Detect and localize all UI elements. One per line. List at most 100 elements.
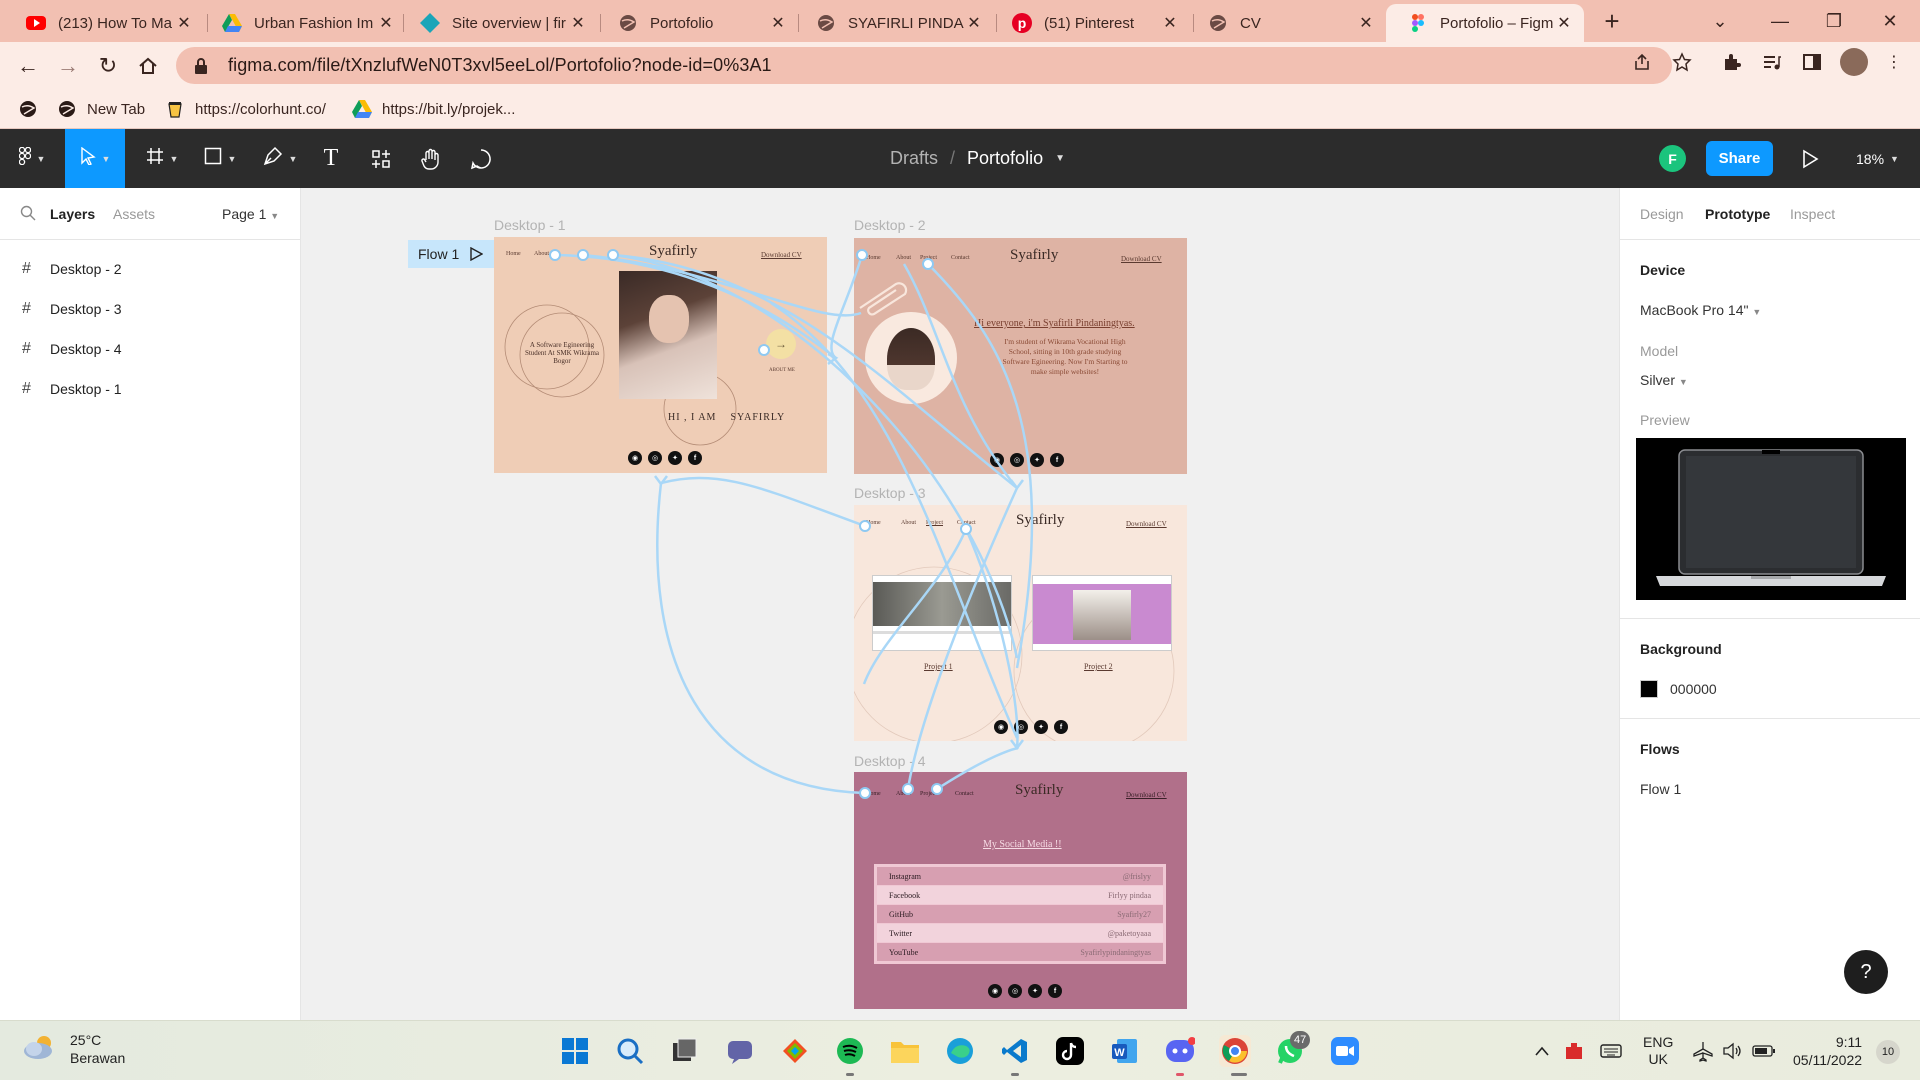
close-tab-icon[interactable]: ✕ — [768, 13, 788, 33]
back-arrow-icon[interactable]: ← — [12, 50, 44, 82]
design-canvas[interactable]: Desktop - 1 Flow 1 Home About Syafirly D… — [301, 188, 1619, 1020]
tab-inspect[interactable]: Inspect — [1790, 206, 1835, 222]
pen-tool[interactable]: ▼ — [258, 129, 302, 188]
minimize-button[interactable]: — — [1760, 6, 1800, 36]
chrome-menu-icon[interactable]: ⋮ — [1882, 50, 1906, 74]
frame-label-desktop-1[interactable]: Desktop - 1 — [494, 217, 566, 233]
breadcrumb-drafts[interactable]: Drafts — [890, 148, 938, 169]
layer-item[interactable]: # Desktop - 2 — [0, 249, 300, 289]
media-queue-icon[interactable] — [1760, 50, 1784, 74]
tab-site-overview[interactable]: Site overview | fir ✕ — [398, 4, 598, 42]
frame-desktop-4[interactable]: Home About Project Contact Syafirly Down… — [854, 772, 1187, 1009]
hand-tool-icon[interactable] — [416, 129, 446, 188]
resources-icon[interactable] — [366, 129, 396, 188]
teams-chat-icon[interactable] — [724, 1035, 756, 1067]
tab-cv[interactable]: CV ✕ — [1186, 4, 1386, 42]
model-select[interactable]: Silver ▼ — [1640, 372, 1688, 388]
bookmark-star-icon[interactable] — [1670, 50, 1694, 74]
tab-assets[interactable]: Assets — [113, 206, 155, 222]
volume-icon[interactable] — [1722, 1021, 1744, 1080]
tab-design[interactable]: Design — [1640, 206, 1684, 222]
zoom-app-icon[interactable] — [1329, 1035, 1361, 1067]
search-icon[interactable] — [20, 205, 36, 221]
profile-avatar[interactable] — [1840, 48, 1868, 76]
share-button[interactable]: Share — [1706, 141, 1773, 176]
tab-youtube[interactable]: (213) How To Ma ✕ — [4, 4, 204, 42]
close-tab-icon[interactable]: ✕ — [1356, 13, 1376, 33]
file-breadcrumb[interactable]: Drafts / Portofolio ▼ — [890, 129, 1065, 188]
shape-tool[interactable]: ▼ — [198, 129, 242, 188]
show-hidden-icons-chevron[interactable] — [1534, 1021, 1550, 1080]
zoom-dropdown[interactable]: 18% ▼ — [1856, 129, 1899, 188]
restore-button[interactable]: ❐ — [1814, 6, 1854, 36]
edge-browser-icon[interactable] — [944, 1035, 976, 1067]
clock[interactable]: 9:11 05/11/2022 — [1793, 1021, 1862, 1080]
close-tab-icon[interactable]: ✕ — [1160, 13, 1180, 33]
word-icon[interactable]: W — [1109, 1035, 1141, 1067]
background-hex-input[interactable]: 000000 — [1670, 681, 1717, 697]
tiktok-icon[interactable] — [1054, 1035, 1086, 1067]
battery-icon[interactable] — [1752, 1021, 1776, 1080]
airplane-mode-icon[interactable] — [1692, 1021, 1714, 1080]
frame-label-desktop-3[interactable]: Desktop - 3 — [854, 485, 926, 501]
bookmark-bitly[interactable]: https://bit.ly/projek... — [352, 97, 515, 121]
close-tab-icon[interactable]: ✕ — [964, 13, 984, 33]
user-avatar[interactable]: F — [1659, 145, 1686, 172]
vscode-icon[interactable] — [999, 1035, 1031, 1067]
close-tab-icon[interactable]: ✕ — [1554, 13, 1574, 33]
text-tool-icon[interactable]: T — [316, 129, 346, 188]
help-button[interactable]: ? — [1844, 950, 1888, 994]
task-view-icon[interactable] — [668, 1035, 700, 1067]
breadcrumb-file-name[interactable]: Portofolio — [967, 148, 1043, 169]
tab-figma-active[interactable]: Portofolio – Figm ✕ — [1386, 4, 1584, 42]
tab-search-chevron-icon[interactable]: ⌄ — [1700, 6, 1740, 36]
search-icon[interactable] — [614, 1035, 646, 1067]
tab-prototype[interactable]: Prototype — [1705, 206, 1770, 222]
chevron-down-icon[interactable]: ▼ — [1055, 153, 1065, 164]
tab-portofolio[interactable]: Portofolio ✕ — [596, 4, 798, 42]
layer-item[interactable]: # Desktop - 3 — [0, 289, 300, 329]
close-tab-icon[interactable]: ✕ — [568, 13, 588, 33]
spotify-icon[interactable] — [834, 1035, 866, 1067]
move-tool[interactable]: ▼ — [65, 129, 125, 188]
bookmark-new-tab[interactable]: New Tab — [57, 97, 145, 121]
tab-layers[interactable]: Layers — [50, 206, 95, 222]
address-bar[interactable]: figma.com/file/tXnzlufWeN0T3xvl5eeLol/Po… — [176, 47, 1672, 84]
play-triangle-icon[interactable] — [469, 246, 484, 262]
present-play-icon[interactable] — [1796, 146, 1822, 172]
weather-widget[interactable]: 25°C Berawan — [22, 1031, 125, 1067]
close-tab-icon[interactable]: ✕ — [174, 13, 194, 33]
flow-item[interactable]: Flow 1 — [1640, 781, 1681, 797]
new-tab-button[interactable]: + — [1598, 8, 1626, 36]
close-window-button[interactable]: ✕ — [1870, 6, 1910, 36]
comment-tool-icon[interactable] — [466, 129, 496, 188]
keyboard-icon[interactable] — [1600, 1021, 1622, 1080]
tab-syafirli[interactable]: SYAFIRLI PINDAN ✕ — [794, 4, 994, 42]
frame-tool[interactable]: ▼ — [140, 129, 184, 188]
layer-item[interactable]: # Desktop - 1 — [0, 369, 300, 409]
tab-pinterest[interactable]: p (51) Pinterest ✕ — [990, 4, 1190, 42]
share-page-icon[interactable] — [1630, 50, 1654, 74]
layer-item[interactable]: # Desktop - 4 — [0, 329, 300, 369]
side-panel-icon[interactable] — [1800, 50, 1824, 74]
tab-urban-fashion[interactable]: Urban Fashion Im ✕ — [200, 4, 406, 42]
frame-desktop-2[interactable]: Home About Project Contact Syafirly Down… — [854, 238, 1187, 474]
chrome-icon[interactable] — [1219, 1035, 1251, 1067]
background-color-swatch[interactable] — [1640, 680, 1658, 698]
file-explorer-icon[interactable] — [889, 1035, 921, 1067]
close-tab-icon[interactable]: ✕ — [376, 13, 396, 33]
figma-main-menu[interactable]: ▼ — [10, 129, 54, 188]
home-icon[interactable] — [132, 50, 164, 82]
discord-icon[interactable] — [1164, 1035, 1196, 1067]
notification-count-badge[interactable]: 10 — [1876, 1040, 1900, 1064]
extensions-puzzle-icon[interactable] — [1720, 50, 1744, 74]
frame-desktop-3[interactable]: Home About Project Contact Syafirly Down… — [854, 505, 1187, 741]
tray-app-icon[interactable] — [1564, 1021, 1584, 1080]
reload-icon[interactable]: ↻ — [92, 50, 124, 82]
language-indicator[interactable]: ENG UK — [1643, 1021, 1673, 1080]
bookmark-colorhunt[interactable]: https://colorhunt.co/ — [165, 97, 326, 121]
start-windows-icon[interactable] — [559, 1035, 591, 1067]
frame-desktop-1[interactable]: Home About Syafirly Download CV A Softwa… — [494, 237, 827, 473]
device-select[interactable]: MacBook Pro 14" ▼ — [1640, 302, 1761, 318]
page-selector[interactable]: Page 1 ▼ — [222, 206, 279, 222]
